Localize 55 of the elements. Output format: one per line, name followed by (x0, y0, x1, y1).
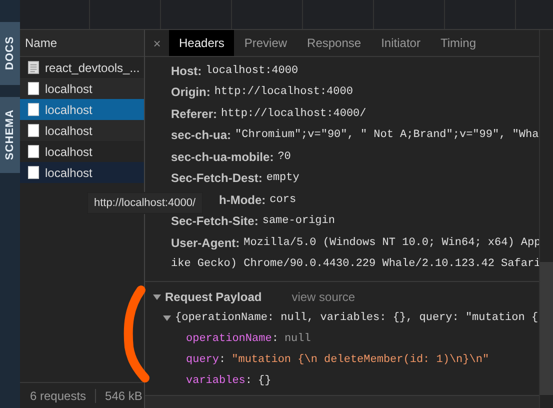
header-name: Referer: (171, 106, 218, 121)
file-icon (28, 124, 39, 137)
payload-key: variables (186, 374, 246, 386)
header-value: localhost:4000 (206, 64, 298, 77)
request-row[interactable]: localhost (20, 99, 144, 120)
colon: : (219, 354, 226, 366)
header-name: h-Mode: (219, 192, 266, 207)
header-value: "Chromium";v="90", " Not A;Brand";v="99", "Wha (235, 129, 539, 142)
tab[interactable]: Initiator (371, 30, 430, 56)
header-name: Sec-Fetch-Site: (171, 214, 258, 228)
colon: : (245, 374, 252, 386)
header-name: Host: (171, 64, 202, 78)
payload-key: operationName (186, 332, 272, 344)
tab[interactable]: Response (297, 30, 372, 56)
file-icon (28, 103, 39, 116)
payload-value: "mutation {\n deleteMember(id: 1)\n}\n" (232, 354, 490, 366)
view-source-link[interactable]: view source (292, 290, 356, 304)
file-icon (28, 145, 39, 158)
header-value: ike Gecko) Chrome/90.0.4430.229 Whale/2.10.123.42 Safari (171, 258, 541, 270)
header-name: Sec-Fetch-Dest: (171, 171, 262, 186)
section-title: Request Payload (165, 290, 262, 304)
request-row[interactable]: localhost (20, 162, 144, 183)
expand-triangle-icon[interactable] (163, 314, 171, 322)
expand-triangle-icon[interactable] (153, 292, 161, 300)
file-icon (28, 82, 39, 95)
horizontal-scrollbar[interactable] (145, 396, 539, 408)
tab[interactable]: Preview (234, 30, 298, 56)
tab[interactable]: Timing (430, 30, 486, 56)
request-count: 6 requests (30, 388, 86, 402)
header-value: empty (266, 172, 300, 184)
sidebar-tab[interactable]: SCHEMA (0, 97, 20, 173)
file-icon (28, 166, 39, 179)
header-name: sec-ch-ua-mobile: (171, 150, 274, 164)
header-value: ?0 (278, 150, 291, 163)
payload-value: null (284, 332, 311, 344)
header-name: sec-ch-ua: (171, 128, 232, 142)
header-value: http://localhost:4000/ (221, 108, 366, 120)
payload-summary: {operationName: null, variables: {}, query: "mutation { (175, 312, 538, 324)
request-row[interactable]: localhost (20, 78, 144, 99)
header-value: same-origin (262, 215, 335, 228)
header-value: cors (270, 194, 296, 206)
document-icon (28, 61, 39, 74)
request-row[interactable]: localhost (20, 120, 144, 141)
close-button[interactable]: × (145, 30, 169, 56)
colon: : (272, 332, 278, 344)
header-name: Origin: (171, 85, 210, 100)
url-tooltip: http://localhost:4000/ (87, 192, 203, 214)
column-header[interactable]: Name (20, 30, 144, 57)
transfer-size: 546 kB (105, 388, 142, 402)
header-name: User-Agent: (171, 236, 240, 250)
header-value: http://localhost:4000 (214, 86, 353, 98)
payload-value: {} (258, 374, 272, 386)
payload-key: query (186, 354, 220, 366)
tab[interactable]: Headers (169, 30, 234, 56)
sidebar-tab[interactable]: DOCS (0, 22, 20, 85)
